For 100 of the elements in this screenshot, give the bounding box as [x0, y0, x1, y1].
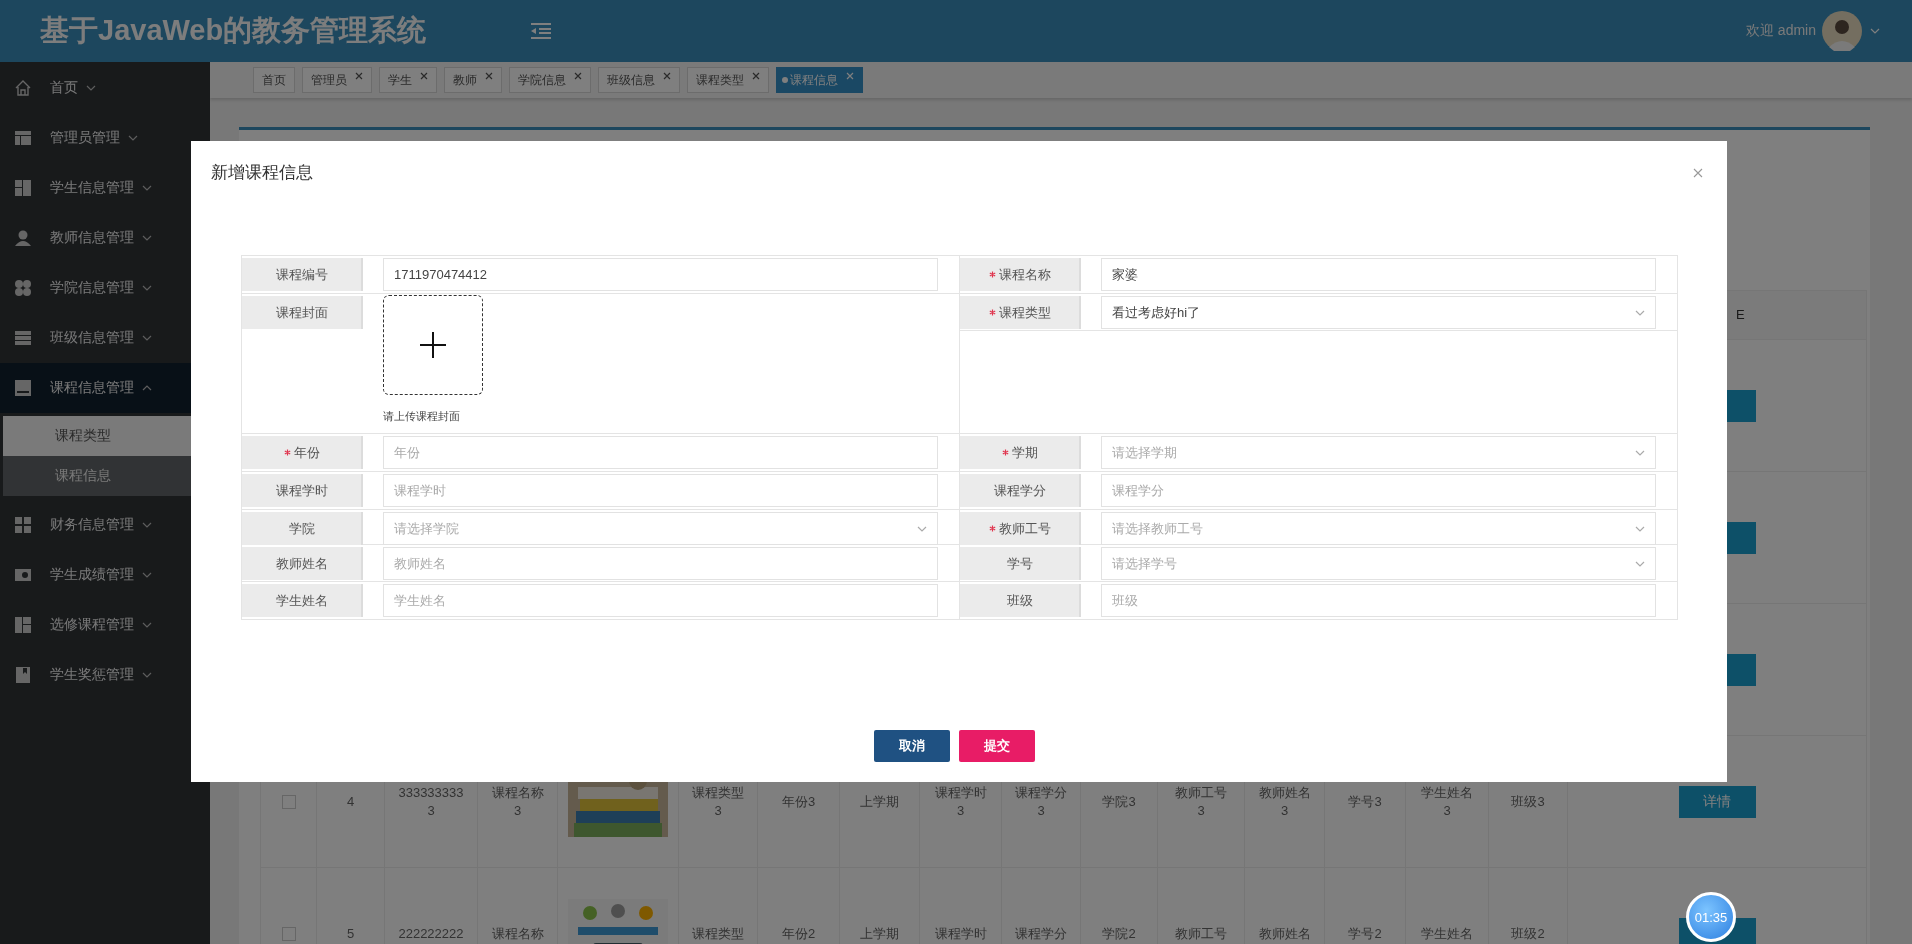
- table-cell-text: 学生姓名3: [1420, 783, 1474, 820]
- chevron-icon: [128, 134, 138, 142]
- select-field[interactable]: 请选择学院: [383, 512, 938, 545]
- tab[interactable]: 班级信息: [598, 67, 680, 93]
- label-text: 学号: [1006, 554, 1033, 573]
- table-cell: 学号3: [1348, 792, 1382, 811]
- select-field[interactable]: 请选择学期: [1101, 436, 1656, 469]
- sidebar-label: 教师信息管理: [50, 229, 134, 247]
- asterisk-icon: [988, 309, 996, 316]
- id-card-icon: [14, 566, 32, 584]
- sidebar-label: 学生信息管理: [50, 179, 134, 197]
- sidebar-label: 财务信息管理: [50, 516, 134, 534]
- label-text: 学期: [1011, 443, 1038, 462]
- close-icon[interactable]: [420, 72, 428, 80]
- sidebar-item[interactable]: 学生信息管理: [0, 163, 210, 213]
- chevron-icon: [142, 521, 152, 529]
- upload-hint: 请上传课程封面: [383, 409, 460, 424]
- table-cell-text: 课程学分3: [1014, 783, 1068, 820]
- grid-icon: [14, 516, 32, 534]
- table-cell: 教师工号: [1175, 924, 1227, 943]
- chevron-icon: [142, 671, 152, 679]
- user-icon: [14, 229, 32, 247]
- tray-icon: [14, 379, 32, 397]
- label-text: 班级: [1006, 591, 1033, 610]
- chevron-icon: [1635, 559, 1645, 568]
- column-heading: E: [1736, 307, 1745, 322]
- tab[interactable]: 首页: [253, 67, 295, 93]
- table-cell: 3333333333: [397, 783, 465, 820]
- asterisk-icon: [1001, 449, 1009, 456]
- sidebar-item[interactable]: 班级信息管理: [0, 313, 210, 363]
- label-text: 课程学分: [993, 481, 1046, 500]
- sidebar-item[interactable]: 教师信息管理: [0, 213, 210, 263]
- tab[interactable]: 学生: [379, 67, 437, 93]
- checkbox[interactable]: [281, 927, 296, 942]
- table-cell: 课程学分: [1015, 924, 1067, 943]
- table-cell: 学院2: [1102, 924, 1136, 943]
- menu-icon: [531, 23, 552, 39]
- table-cell: 5: [346, 924, 355, 943]
- chevron-icon: [142, 384, 152, 392]
- label-text: 教师工号: [998, 519, 1051, 538]
- chevron-icon: [917, 524, 927, 533]
- input-field[interactable]: 教师姓名: [383, 547, 938, 580]
- table-cell: 学生姓名: [1421, 924, 1473, 943]
- select-field[interactable]: 请选择学号: [1101, 547, 1656, 580]
- label-text: 教师姓名: [275, 554, 328, 573]
- tab[interactable]: 教师: [444, 67, 502, 93]
- sidebar-item[interactable]: 学生成绩管理: [0, 550, 210, 600]
- sidebar-label: 学院信息管理: [50, 279, 134, 297]
- dots-icon: [14, 279, 32, 297]
- plus-icon: [419, 331, 447, 359]
- details-button[interactable]: 详情: [1678, 785, 1756, 818]
- sidebar-item[interactable]: 学院信息管理: [0, 263, 210, 313]
- input-field[interactable]: 年份: [383, 436, 938, 469]
- input-field[interactable]: 家婆: [1101, 258, 1656, 291]
- submit-button[interactable]: 提交: [958, 730, 1035, 762]
- tab[interactable]: 课程类型: [687, 67, 769, 93]
- close-icon[interactable]: [485, 72, 493, 80]
- upload-box[interactable]: [383, 295, 483, 395]
- sidebar-item[interactable]: 选修课程管理: [0, 600, 210, 650]
- checkbox[interactable]: [281, 795, 296, 810]
- close-icon[interactable]: [752, 72, 760, 80]
- sidebar-item[interactable]: 财务信息管理: [0, 500, 210, 550]
- chevron-icon: [142, 184, 152, 192]
- close-icon[interactable]: [355, 72, 363, 80]
- tab[interactable]: 课程信息: [776, 67, 863, 93]
- tab[interactable]: 学院信息: [509, 67, 591, 93]
- chevron-icon: [142, 621, 152, 629]
- close-icon[interactable]: [1693, 168, 1703, 178]
- table-cell: 课程类型: [692, 924, 744, 943]
- close-icon[interactable]: [574, 72, 582, 80]
- table-cell-text: 课程学时3: [933, 783, 988, 820]
- table-cell-text: 教师工号3: [1174, 783, 1228, 820]
- label-text: 课程名称: [998, 265, 1051, 284]
- sidebar-item[interactable]: 学生奖惩管理: [0, 650, 210, 700]
- sidebar-item[interactable]: 首页: [0, 63, 210, 113]
- tab[interactable]: 管理员: [302, 67, 372, 93]
- avatar-icon: [1822, 11, 1862, 51]
- chevron-icon: [1635, 448, 1645, 457]
- table-cell: 年份3: [781, 792, 816, 811]
- select-field[interactable]: 请选择教师工号: [1101, 512, 1656, 545]
- input-field[interactable]: 课程学分: [1101, 474, 1656, 507]
- input-field[interactable]: 学生姓名: [383, 584, 938, 617]
- layout-icon: [14, 129, 32, 147]
- close-icon[interactable]: [663, 72, 671, 80]
- chevron-icon: [142, 334, 152, 342]
- sidebar-label: 课程信息管理: [50, 379, 134, 397]
- label-text: 年份: [293, 443, 320, 462]
- columns-icon: [14, 616, 32, 634]
- asterisk-icon: [283, 449, 291, 456]
- table-cell-text: 课程名称3: [490, 783, 545, 820]
- input-field[interactable]: 课程学时: [383, 474, 938, 507]
- select-field[interactable]: 看过考虑好hi了: [1101, 296, 1656, 329]
- welcome-text: 欢迎 admin: [1745, 22, 1816, 40]
- chevron-icon: [1635, 308, 1645, 317]
- cancel-button[interactable]: 取消: [873, 730, 950, 762]
- chevron-icon: [142, 571, 152, 579]
- sidebar-item[interactable]: 管理员管理: [0, 113, 210, 163]
- input-field[interactable]: 1711970474412: [383, 258, 938, 291]
- input-field[interactable]: 班级: [1101, 584, 1656, 617]
- sidebar-label: 班级信息管理: [50, 329, 134, 347]
